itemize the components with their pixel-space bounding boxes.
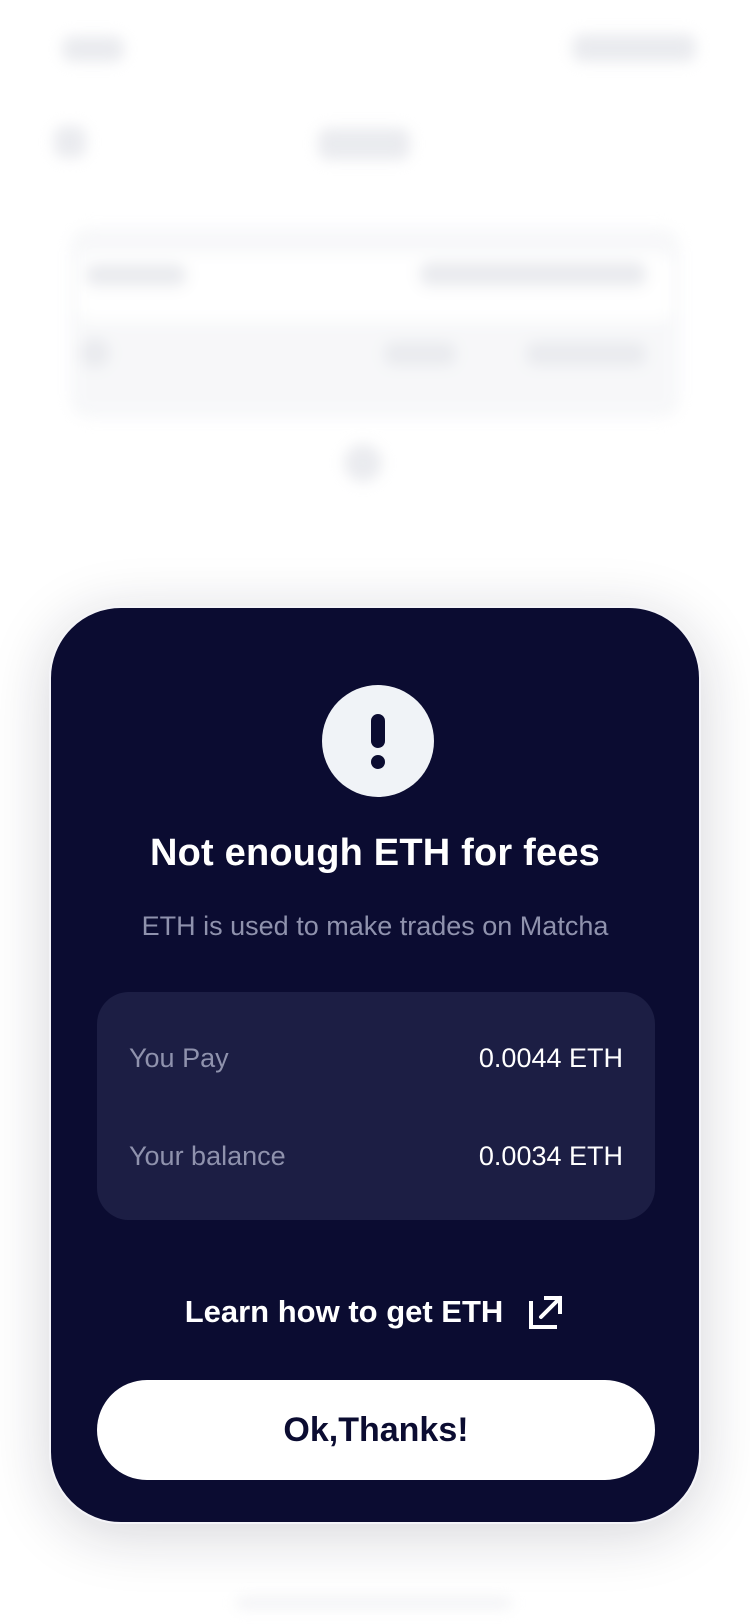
ok-thanks-button[interactable]: Ok,Thanks! bbox=[97, 1380, 655, 1480]
fee-details-panel: You Pay 0.0044 ETH Your balance 0.0034 E… bbox=[97, 992, 655, 1220]
background-row-label bbox=[86, 264, 186, 286]
insufficient-eth-modal: Not enough ETH for fees ETH is used to m… bbox=[49, 606, 701, 1524]
background-status-icons bbox=[572, 34, 696, 62]
background-switch-icon bbox=[344, 444, 382, 482]
modal-title: Not enough ETH for fees bbox=[149, 832, 601, 874]
modal-card: Not enough ETH for fees ETH is used to m… bbox=[49, 606, 701, 1524]
you-pay-value: 0.0044 ETH bbox=[478, 1042, 623, 1073]
you-pay-row: You Pay 0.0044 ETH bbox=[129, 1038, 623, 1078]
learn-link-label: Learn how to get ETH bbox=[184, 1294, 504, 1329]
learn-how-to-get-eth-link[interactable]: Learn how to get ETH bbox=[51, 1290, 699, 1334]
external-link-icon bbox=[529, 1296, 563, 1329]
balance-label: Your balance bbox=[129, 1140, 286, 1171]
background-token-icon bbox=[80, 338, 110, 368]
background-header-title bbox=[318, 128, 410, 160]
background-amount bbox=[384, 342, 456, 366]
background-row-value bbox=[420, 262, 646, 286]
home-indicator bbox=[236, 1598, 512, 1608]
background-back-icon bbox=[54, 126, 86, 158]
exclamation-dot bbox=[371, 755, 385, 769]
exclamation-bar bbox=[371, 714, 385, 748]
background-status-time bbox=[62, 36, 124, 62]
you-pay-label: You Pay bbox=[129, 1042, 229, 1073]
balance-row: Your balance 0.0034 ETH bbox=[129, 1136, 623, 1176]
background-fiat bbox=[526, 342, 646, 366]
balance-value: 0.0034 ETH bbox=[478, 1140, 623, 1171]
exclamation-icon bbox=[322, 685, 434, 797]
modal-subtitle: ETH is used to make trades on Matcha bbox=[141, 911, 609, 941]
